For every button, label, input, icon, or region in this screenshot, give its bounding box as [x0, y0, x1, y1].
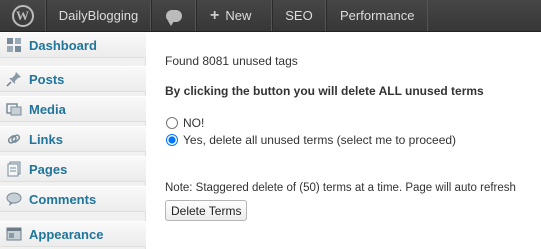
new-content-menu[interactable]: + New: [196, 0, 272, 31]
menu-label: Pages: [29, 161, 68, 177]
comments-menu[interactable]: [151, 0, 196, 31]
menu-item-pages[interactable]: Pages: [0, 156, 146, 182]
delete-terms-button[interactable]: Delete Terms: [165, 200, 248, 221]
menu-item-dashboard[interactable]: Dashboard: [0, 32, 146, 58]
menu-label: Dashboard: [29, 37, 97, 53]
appearance-icon: [6, 226, 22, 242]
posts-pin-icon: [6, 71, 22, 87]
wordpress-logo-icon: W: [11, 4, 34, 27]
pages-icon: [6, 161, 22, 177]
plus-icon: +: [210, 6, 220, 24]
option-yes[interactable]: Yes, delete all unused terms (select me …: [165, 133, 456, 147]
site-name-link[interactable]: DailyBlogging: [46, 0, 151, 31]
radio-no[interactable]: [166, 117, 178, 129]
links-icon: [6, 131, 22, 147]
comments-icon: [6, 191, 22, 207]
staggered-delete-note: Note: Staggered delete of (50) terms at …: [165, 182, 516, 194]
media-icon: [6, 101, 22, 117]
menu-label: Appearance: [29, 226, 104, 242]
comment-bubble-icon: [165, 9, 182, 26]
menu-item-comments[interactable]: Comments: [0, 186, 146, 212]
option-no-label: NO!: [183, 116, 205, 130]
performance-menu[interactable]: Performance: [326, 0, 429, 31]
seo-menu[interactable]: SEO: [272, 0, 326, 31]
menu-item-appearance[interactable]: Appearance: [0, 221, 146, 247]
menu-item-links[interactable]: Links: [0, 126, 146, 152]
radio-yes[interactable]: [166, 134, 178, 146]
admin-menu: Dashboard Posts Media Links Pages Commen…: [0, 32, 146, 249]
admin-bar: W DailyBlogging + New SEO Performance: [0, 0, 541, 32]
main-content: Found 8081 unused tags By clicking the b…: [146, 32, 541, 249]
menu-item-media[interactable]: Media: [0, 96, 146, 122]
menu-label: Comments: [29, 191, 97, 207]
option-no[interactable]: NO!: [165, 116, 204, 130]
menu-item-posts[interactable]: Posts: [0, 66, 146, 92]
menu-label: Media: [29, 101, 66, 117]
wordpress-logo-menu[interactable]: W: [0, 0, 46, 31]
dashboard-icon: [6, 37, 22, 53]
found-unused-tags-text: Found 8081 unused tags: [165, 54, 298, 68]
option-yes-label: Yes, delete all unused terms (select me …: [183, 133, 457, 147]
menu-label: Links: [29, 131, 63, 147]
delete-warning-text: By clicking the button you will delete A…: [165, 84, 484, 98]
new-label: New: [225, 8, 252, 23]
menu-label: Posts: [29, 71, 65, 87]
